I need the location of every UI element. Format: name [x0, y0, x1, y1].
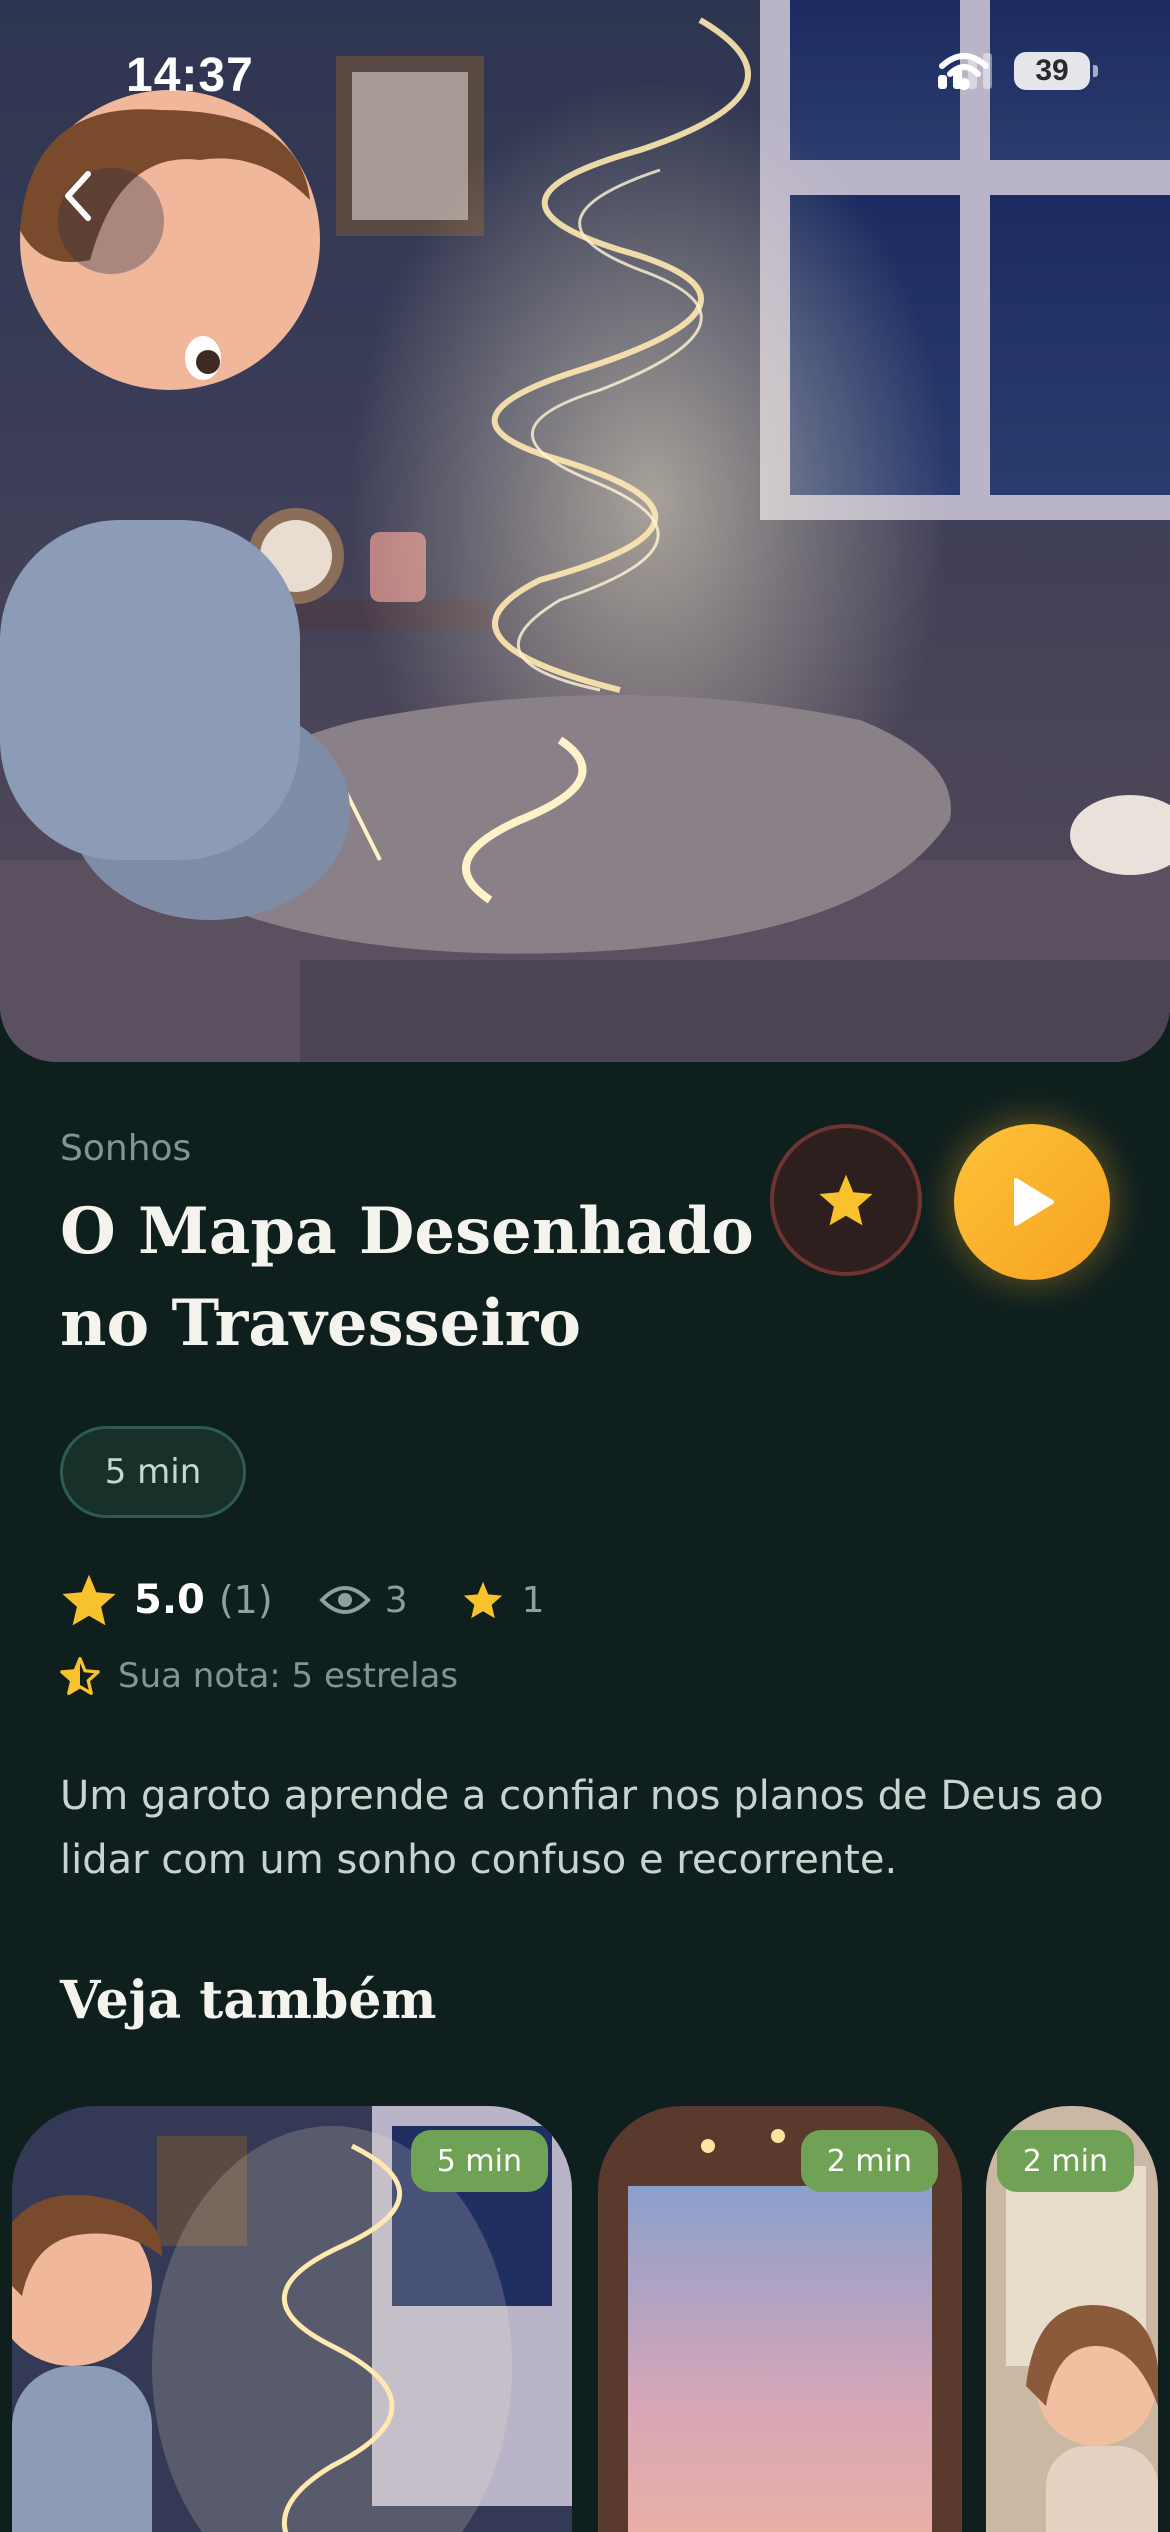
rating-value: 5.0 — [134, 1577, 205, 1623]
favorites-count: 1 — [521, 1579, 545, 1621]
status-time: 14:37 — [126, 49, 254, 102]
your-rating[interactable]: Sua nota: 5 estrelas — [60, 1656, 458, 1696]
status-icons: 39 — [938, 52, 1098, 90]
hero-image: 14:37 39 — [0, 0, 1170, 1062]
play-button[interactable] — [954, 1124, 1110, 1280]
views-count: 3 — [384, 1579, 408, 1621]
views-stat: 3 — [318, 1579, 408, 1621]
related-card[interactable]: 2 min — [986, 2106, 1158, 2532]
story-stats: 5.0 (1) 3 1 — [60, 1568, 545, 1632]
half-star-icon — [60, 1657, 100, 1695]
related-card[interactable]: 5 min — [12, 2106, 572, 2532]
your-rating-label: Sua nota: 5 estrelas — [118, 1656, 459, 1696]
eye-icon — [318, 1586, 371, 1614]
wifi-icon — [939, 53, 989, 90]
play-icon — [1014, 1178, 1054, 1226]
battery-indicator: 39 — [1014, 52, 1098, 90]
favorite-button[interactable] — [770, 1124, 922, 1276]
card-duration-badge: 2 min — [800, 2130, 938, 2192]
story-description: Um garoto aprende a confiar nos planos d… — [60, 1773, 1104, 1883]
related-card[interactable]: 2 min — [598, 2106, 962, 2532]
favorites-stat: 1 — [462, 1580, 545, 1621]
duration-chip: 5 min — [60, 1426, 246, 1518]
card-duration-badge: 5 min — [410, 2130, 548, 2192]
favorite-star-icon — [463, 1581, 502, 1619]
story-category: Sonhos — [60, 1128, 192, 1169]
rating-star-icon — [62, 1574, 116, 1626]
story-title: O Mapa Desenhado no Travesseiro — [60, 1194, 754, 1361]
star-icon — [819, 1174, 873, 1226]
related-section-title: Veja também — [60, 1970, 437, 2031]
chevron-left-icon — [65, 171, 91, 221]
hero-illustration — [0, 0, 1170, 1062]
back-button[interactable] — [58, 168, 164, 274]
card-duration-badge: 2 min — [996, 2130, 1134, 2192]
rating-count: (1) — [218, 1578, 273, 1622]
